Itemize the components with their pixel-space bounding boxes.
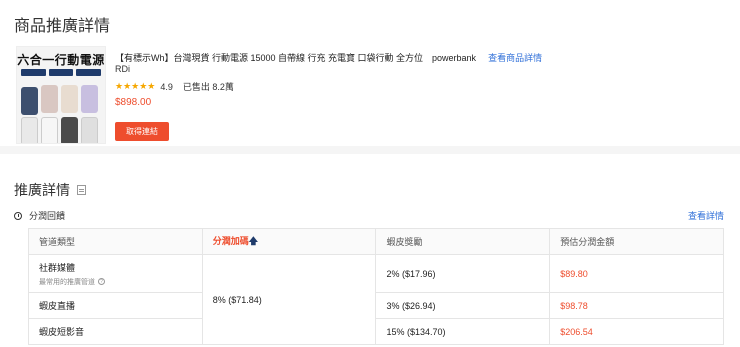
promotion-title: 推廣詳情	[14, 180, 86, 200]
promotion-title-text: 推廣詳情	[14, 182, 70, 198]
header-bonus-label: 分潤加碼	[212, 235, 249, 246]
commission-subheader: 分潤回饋	[14, 209, 65, 222]
channel-hint-text: 最常用的推廣管道	[39, 278, 95, 286]
table-row: 蝦皮直播 3% ($26.94) $98.78	[28, 292, 724, 319]
channel-hint: 最常用的推廣管道 ?	[39, 277, 192, 287]
header-reward: 蝦皮獎勵	[375, 228, 551, 255]
device-image	[41, 117, 58, 143]
view-details-link[interactable]: 查看詳情	[688, 209, 724, 222]
header-bonus: 分潤加碼🡅	[201, 228, 377, 255]
device-image	[61, 117, 78, 143]
document-icon[interactable]	[77, 185, 86, 195]
device-image	[81, 117, 98, 143]
channel-cell: 社群媒體 最常用的推廣管道 ?	[28, 254, 203, 293]
get-link-button[interactable]: 取得連結	[115, 122, 169, 141]
channel-name: 蝦皮短影音	[28, 318, 203, 345]
product-section: 商品推廣詳情 六合一行動電源 【有標示Wh】台灣現貨 行動電源 15000 自帶…	[0, 0, 740, 154]
commission-table: 管道類型 分潤加碼🡅 蝦皮獎勵 預估分潤金額 社群媒體 最常用的推廣管道 ? 8…	[28, 228, 724, 345]
reward-cell: 2% ($17.96)	[375, 254, 551, 293]
rating-value: 4.9	[160, 81, 173, 92]
table-row: 蝦皮短影音 15% ($134.70) $206.54	[28, 318, 724, 345]
question-icon[interactable]: ?	[98, 278, 105, 285]
product-price: $898.00	[115, 97, 152, 108]
device-image	[41, 85, 58, 113]
channel-name: 社群媒體	[39, 262, 76, 273]
section-title: 商品推廣詳情	[14, 18, 111, 35]
device-image	[21, 87, 38, 115]
product-brand: RDi	[115, 64, 130, 74]
thumbnail-badges	[21, 69, 102, 79]
device-image	[81, 85, 98, 113]
amount-cell: $206.54	[549, 318, 724, 345]
commission-subtitle: 分潤回饋	[29, 211, 66, 221]
channel-name: 蝦皮直播	[28, 292, 203, 319]
header-amount: 預估分潤金額	[549, 228, 724, 255]
thumbnail-heading: 六合一行動電源	[17, 53, 105, 67]
device-image	[61, 85, 78, 113]
amount-cell: $98.78	[549, 292, 724, 319]
header-channel: 管道類型	[28, 228, 203, 255]
star-rating-icon: ★★★★★	[115, 81, 156, 91]
arrow-up-icon: 🡅	[248, 235, 258, 246]
amount-cell: $89.80	[549, 254, 724, 293]
device-image	[21, 117, 38, 143]
reward-cell: 3% ($26.94)	[375, 292, 551, 319]
product-title-row: 【有標示Wh】台灣現貨 行動電源 15000 自帶線 行充 充電寶 口袋行動 全…	[115, 51, 542, 64]
product-thumbnail[interactable]: 六合一行動電源	[16, 46, 106, 144]
bonus-cell: 8% ($71.84)	[201, 254, 377, 345]
reward-cell: 15% ($134.70)	[375, 318, 551, 345]
product-title[interactable]: 【有標示Wh】台灣現貨 行動電源 15000 自帶線 行充 充電寶 口袋行動 全…	[115, 53, 476, 63]
sold-count: 已售出 8.2萬	[182, 82, 234, 92]
view-product-link[interactable]: 查看商品詳情	[488, 53, 542, 63]
table-header-row: 管道類型 分潤加碼🡅 蝦皮獎勵 預估分潤金額	[28, 228, 724, 255]
rating-row: ★★★★★ 4.9 已售出 8.2萬	[115, 80, 234, 93]
table-row: 社群媒體 最常用的推廣管道 ? 8% ($71.84) 2% ($17.96) …	[28, 254, 724, 345]
clock-icon	[14, 211, 22, 220]
